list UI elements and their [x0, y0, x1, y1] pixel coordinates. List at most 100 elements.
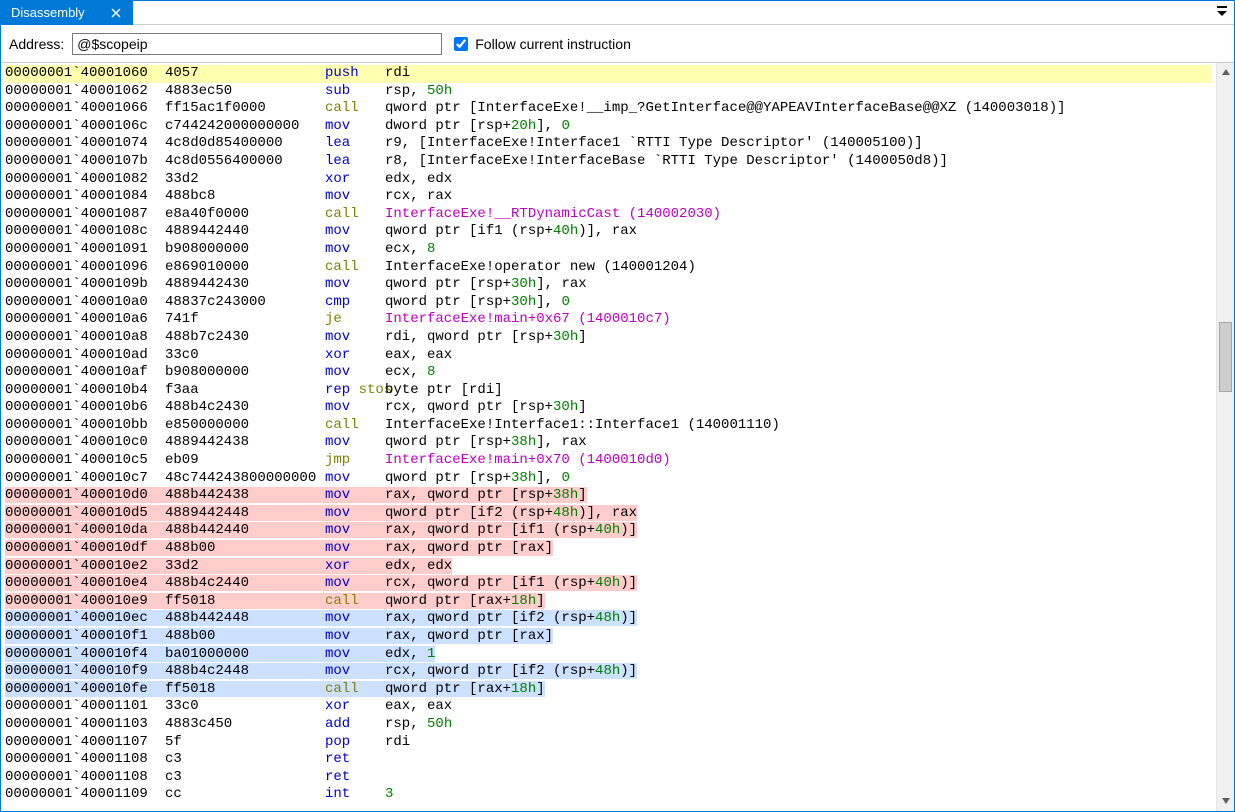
disasm-row[interactable]: 00000001`4000107b4c8d0556400000lear8, [I…	[5, 153, 1212, 171]
disasm-row[interactable]: 00000001`4000109b4889442430movqword ptr …	[5, 276, 1212, 294]
addr: 00000001`400010e9	[5, 593, 165, 611]
disasm-row[interactable]: 00000001`400010e233d2xoredx, edx	[5, 558, 1212, 576]
disasm-row[interactable]: 00000001`4000110133c0xoreax, eax	[5, 698, 1212, 716]
disasm-row[interactable]: 00000001`400011034883c450addrsp, 50h	[5, 716, 1212, 734]
disasm-row[interactable]: 00000001`400010744c8d0d85400000lear9, [I…	[5, 135, 1212, 153]
disasm-row[interactable]: 00000001`400010da488b442440movrax, qword…	[5, 522, 1212, 540]
vertical-scrollbar[interactable]	[1216, 63, 1234, 811]
disasm-row[interactable]: 00000001`400010feff5018callqword ptr [ra…	[5, 681, 1212, 699]
disasm-row[interactable]: 00000001`400010f9488b4c2448movrcx, qword…	[5, 663, 1212, 681]
operands: rcx, rax	[385, 188, 452, 204]
bytes: c744242000000000	[165, 118, 325, 136]
disasm-row[interactable]: 00000001`400010b4f3aarep stosbyte ptr [r…	[5, 382, 1212, 400]
addr: 00000001`4000106c	[5, 118, 165, 136]
bytes: 4c8d0d85400000	[165, 135, 325, 153]
operands: rcx, qword ptr [if2 (rsp+48h)]	[385, 663, 637, 679]
disasm-row[interactable]: 00000001`400010df488b00movrax, qword ptr…	[5, 540, 1212, 558]
window-menu-icon[interactable]	[1210, 5, 1234, 20]
bytes: 4883c450	[165, 716, 325, 734]
disasm-row[interactable]: 00000001`400010b6488b4c2430movrcx, qword…	[5, 399, 1212, 417]
disassembly-window: Disassembly Address: Follow current inst…	[0, 0, 1235, 812]
address-input[interactable]	[72, 33, 442, 55]
mnemonic: xor	[325, 171, 385, 189]
addr: 00000001`40001074	[5, 135, 165, 153]
scroll-up-icon[interactable]	[1221, 63, 1231, 82]
addr: 00000001`400010b4	[5, 382, 165, 400]
disasm-row[interactable]: 00000001`4000106cc744242000000000movdwor…	[5, 118, 1212, 136]
disasm-row[interactable]: 00000001`400010c5eb09jmpInterfaceExe!mai…	[5, 452, 1212, 470]
disasm-row[interactable]: 00000001`400010c748c744243800000000movqw…	[5, 470, 1212, 488]
operands: InterfaceExe!Interface1::Interface1 (140…	[385, 417, 780, 433]
addr: 00000001`40001082	[5, 171, 165, 189]
addr: 00000001`400010fe	[5, 681, 165, 699]
disasm-row[interactable]: 00000001`400010ad33c0xoreax, eax	[5, 347, 1212, 365]
bytes: ff5018	[165, 681, 325, 699]
disasm-row[interactable]: 00000001`400010ec488b442448movrax, qword…	[5, 610, 1212, 628]
disasm-row[interactable]: 00000001`400010d0488b442438movrax, qword…	[5, 487, 1212, 505]
operands: eax, eax	[385, 698, 452, 714]
scroll-track[interactable]	[1217, 82, 1234, 792]
follow-checkbox[interactable]	[454, 37, 468, 51]
addr: 00000001`400010f4	[5, 646, 165, 664]
mnemonic: mov	[325, 540, 385, 558]
disasm-row[interactable]: 00000001`400010f4ba01000000movedx, 1	[5, 646, 1212, 664]
disasm-row[interactable]: 00000001`400010a048837c243000cmpqword pt…	[5, 294, 1212, 312]
disasm-row[interactable]: 00000001`40001109ccint3	[5, 786, 1212, 804]
disasm-row[interactable]: 00000001`400010d54889442448movqword ptr …	[5, 505, 1212, 523]
disasm-row[interactable]: 00000001`400010afb908000000movecx, 8	[5, 364, 1212, 382]
addr: 00000001`40001108	[5, 769, 165, 787]
operands: qword ptr [rsp+30h], 0	[385, 294, 570, 310]
mnemonic: call	[325, 681, 385, 699]
mnemonic: mov	[325, 610, 385, 628]
disasm-row[interactable]: 00000001`4000108233d2xoredx, edx	[5, 171, 1212, 189]
mnemonic: mov	[325, 276, 385, 294]
disasm-row[interactable]: 00000001`40001108c3ret	[5, 769, 1212, 787]
disasm-row[interactable]: 00000001`400010bbe850000000callInterface…	[5, 417, 1212, 435]
mnemonic: je	[325, 311, 385, 329]
disasm-row[interactable]: 00000001`4000108c4889442440movqword ptr …	[5, 223, 1212, 241]
addr: 00000001`400010bb	[5, 417, 165, 435]
scroll-down-icon[interactable]	[1221, 792, 1231, 811]
disasm-row[interactable]: 00000001`40001066ff15ac1f0000callqword p…	[5, 100, 1212, 118]
operands: InterfaceExe!main+0x67 (1400010c7)	[385, 311, 671, 327]
mnemonic: mov	[325, 329, 385, 347]
disasm-row[interactable]: 00000001`40001084488bc8movrcx, rax	[5, 188, 1212, 206]
follow-checkbox-wrapper[interactable]: Follow current instruction	[450, 34, 631, 54]
bytes: 488b442438	[165, 487, 325, 505]
tab-disassembly[interactable]: Disassembly	[1, 1, 133, 25]
disasm-row[interactable]: 00000001`400010e9ff5018callqword ptr [ra…	[5, 593, 1212, 611]
addr: 00000001`40001096	[5, 259, 165, 277]
disasm-row[interactable]: 00000001`400010e4488b4c2440movrcx, qword…	[5, 575, 1212, 593]
mnemonic: mov	[325, 487, 385, 505]
disasm-row[interactable]: 00000001`40001108c3ret	[5, 751, 1212, 769]
disasm-row[interactable]: 00000001`400010624883ec50subrsp, 50h	[5, 83, 1212, 101]
mnemonic: xor	[325, 558, 385, 576]
disasm-row[interactable]: 00000001`40001096e869010000callInterface…	[5, 259, 1212, 277]
bytes: ba01000000	[165, 646, 325, 664]
addr: 00000001`400010df	[5, 540, 165, 558]
disasm-row[interactable]: 00000001`40001091b908000000movecx, 8	[5, 241, 1212, 259]
addr: 00000001`40001103	[5, 716, 165, 734]
disasm-row[interactable]: 00000001`400010c04889442438movqword ptr …	[5, 434, 1212, 452]
bytes: 33c0	[165, 347, 325, 365]
disasm-row[interactable]: 00000001`400011075fpoprdi	[5, 734, 1212, 752]
close-icon[interactable]	[109, 6, 123, 20]
disasm-row[interactable]: 00000001`400010a8488b7c2430movrdi, qword…	[5, 329, 1212, 347]
mnemonic: xor	[325, 698, 385, 716]
addr: 00000001`4000107b	[5, 153, 165, 171]
disassembly-listing[interactable]: 00000001`400010604057pushrdi00000001`400…	[1, 63, 1216, 811]
disasm-row[interactable]: 00000001`400010a6741fjeInterfaceExe!main…	[5, 311, 1212, 329]
disasm-row[interactable]: 00000001`400010604057pushrdi	[5, 65, 1212, 83]
disasm-row[interactable]: 00000001`40001087e8a40f0000callInterface…	[5, 206, 1212, 224]
bytes: c3	[165, 751, 325, 769]
mnemonic: rep stos	[325, 382, 385, 400]
operands: edx, edx	[385, 171, 452, 187]
scroll-thumb[interactable]	[1219, 322, 1232, 392]
mnemonic: mov	[325, 628, 385, 646]
toolbar: Address: Follow current instruction	[1, 25, 1234, 63]
mnemonic: sub	[325, 83, 385, 101]
disasm-row[interactable]: 00000001`400010f1488b00movrax, qword ptr…	[5, 628, 1212, 646]
operands: eax, eax	[385, 347, 452, 363]
operands: qword ptr [rsp+38h], rax	[385, 434, 587, 450]
operands: r8, [InterfaceExe!InterfaceBase `RTTI Ty…	[385, 153, 948, 169]
